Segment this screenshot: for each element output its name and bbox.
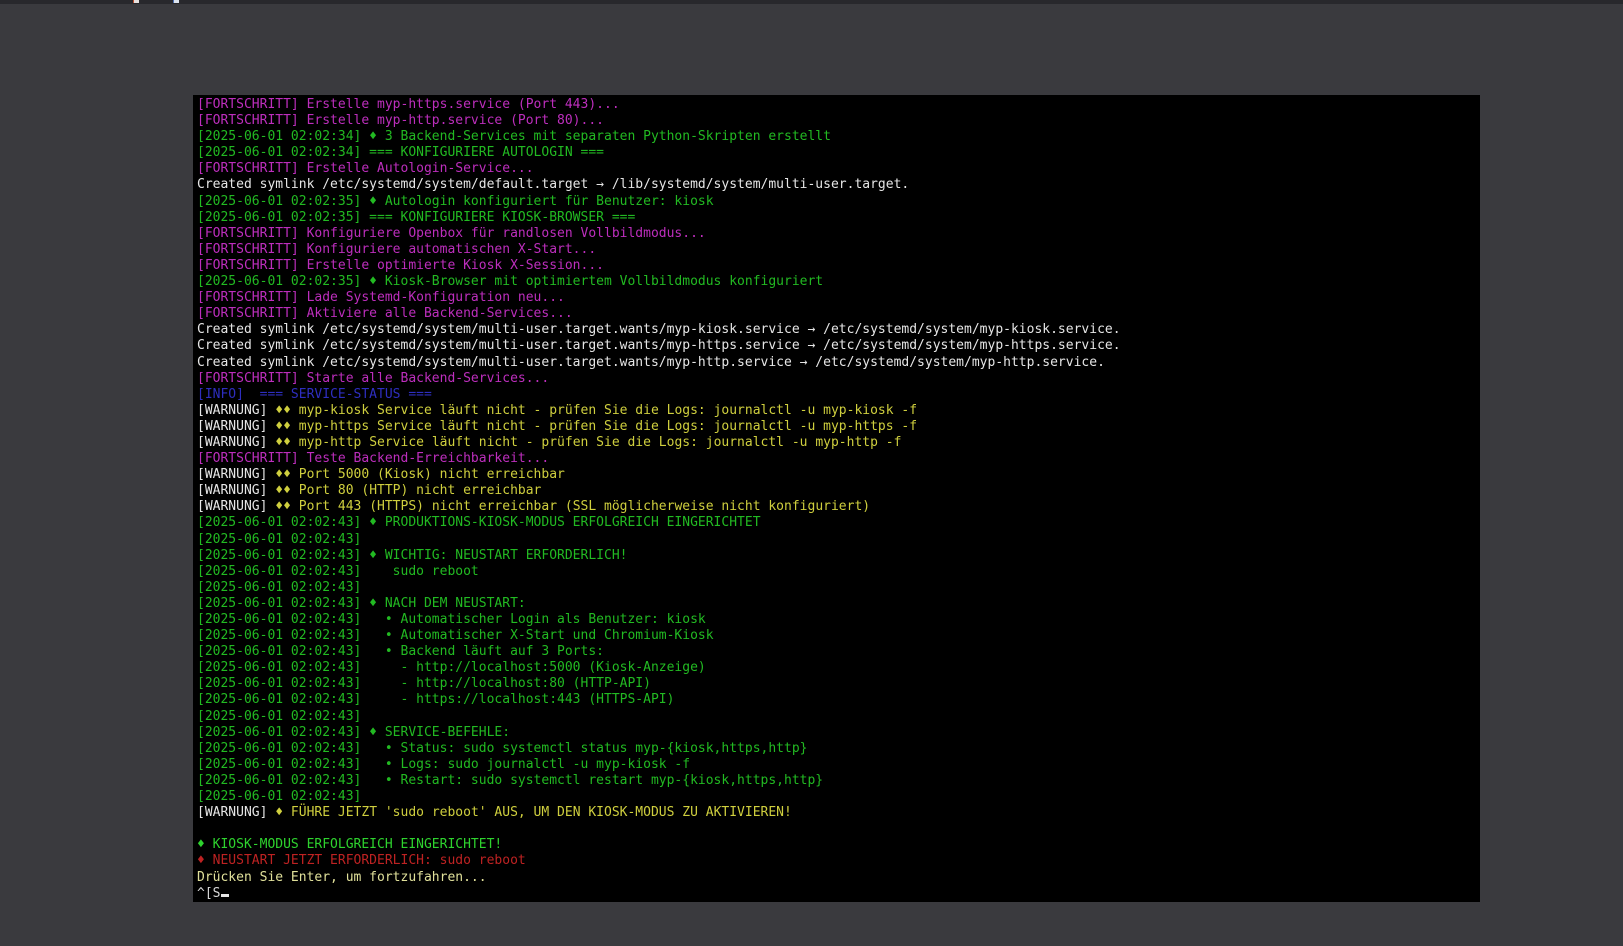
terminal-line: [2025-06-01 02:02:43] - http://localhost… bbox=[197, 676, 1480, 692]
terminal-line: [2025-06-01 02:02:34] ♦ 3 Backend-Servic… bbox=[197, 129, 1480, 145]
terminal-line: [WARNUNG] ♦♦ myp-http Service läuft nich… bbox=[197, 435, 1480, 451]
terminal-line: [2025-06-01 02:02:43] • Backend läuft au… bbox=[197, 644, 1480, 660]
terminal-line: [2025-06-01 02:02:34] === KONFIGURIERE A… bbox=[197, 145, 1480, 161]
terminal-line: [2025-06-01 02:02:43] - https://localhos… bbox=[197, 692, 1480, 708]
terminal-line: [2025-06-01 02:02:43] ♦ PRODUKTIONS-KIOS… bbox=[197, 515, 1480, 531]
tab-favicon-fragment-icon bbox=[133, 0, 139, 3]
terminal-line: [2025-06-01 02:02:43] bbox=[197, 709, 1480, 725]
terminal-line: [FORTSCHRITT] Konfiguriere Openbox für r… bbox=[197, 226, 1480, 242]
tab-favicon-fragment-icon bbox=[173, 0, 179, 3]
terminal-line: [2025-06-01 02:02:35] === KONFIGURIERE K… bbox=[197, 210, 1480, 226]
terminal-line: ^[S bbox=[197, 886, 1480, 902]
terminal-line bbox=[197, 821, 1480, 837]
terminal-line: Drücken Sie Enter, um fortzufahren... bbox=[197, 870, 1480, 886]
terminal-line: Created symlink /etc/systemd/system/mult… bbox=[197, 338, 1480, 354]
terminal-line: [FORTSCHRITT] Erstelle Autologin-Service… bbox=[197, 161, 1480, 177]
terminal-line: [2025-06-01 02:02:43] - http://localhost… bbox=[197, 660, 1480, 676]
terminal-line: [2025-06-01 02:02:43] • Automatischer X-… bbox=[197, 628, 1480, 644]
terminal-line: [FORTSCHRITT] Aktiviere alle Backend-Ser… bbox=[197, 306, 1480, 322]
terminal-line: [FORTSCHRITT] Konfiguriere automatischen… bbox=[197, 242, 1480, 258]
terminal-line: [FORTSCHRITT] Teste Backend-Erreichbarke… bbox=[197, 451, 1480, 467]
terminal-line: [WARNUNG] ♦♦ myp-kiosk Service läuft nic… bbox=[197, 403, 1480, 419]
screen-top-strip bbox=[0, 0, 1623, 4]
terminal-line: ♦ KIOSK-MODUS ERFOLGREICH EINGERICHTET! bbox=[197, 837, 1480, 853]
terminal-line: [FORTSCHRITT] Erstelle myp-https.service… bbox=[197, 97, 1480, 113]
terminal-window[interactable]: [FORTSCHRITT] Erstelle myp-https.service… bbox=[193, 95, 1480, 902]
terminal-line: [2025-06-01 02:02:43] sudo reboot bbox=[197, 564, 1480, 580]
terminal-line: [FORTSCHRITT] Lade Systemd-Konfiguration… bbox=[197, 290, 1480, 306]
terminal-line: [2025-06-01 02:02:35] ♦ Kiosk-Browser mi… bbox=[197, 274, 1480, 290]
terminal-line: [WARNUNG] ♦ FÜHRE JETZT 'sudo reboot' AU… bbox=[197, 805, 1480, 821]
terminal-line: Created symlink /etc/systemd/system/defa… bbox=[197, 177, 1480, 193]
terminal-line: [2025-06-01 02:02:43] • Logs: sudo journ… bbox=[197, 757, 1480, 773]
terminal-line: [2025-06-01 02:02:43] bbox=[197, 580, 1480, 596]
terminal-line: [WARNUNG] ♦♦ Port 443 (HTTPS) nicht erre… bbox=[197, 499, 1480, 515]
terminal-line: [INFO] === SERVICE-STATUS === bbox=[197, 387, 1480, 403]
terminal-line: [WARNUNG] ♦♦ Port 5000 (Kiosk) nicht err… bbox=[197, 467, 1480, 483]
terminal-line: [2025-06-01 02:02:43] ♦ WICHTIG: NEUSTAR… bbox=[197, 548, 1480, 564]
desktop-background: { "page": { "background_color": "#3a3a3e… bbox=[0, 0, 1623, 946]
terminal-output: [FORTSCHRITT] Erstelle myp-https.service… bbox=[197, 97, 1480, 902]
terminal-line: [2025-06-01 02:02:43] bbox=[197, 789, 1480, 805]
terminal-line: [2025-06-01 02:02:43] • Restart: sudo sy… bbox=[197, 773, 1480, 789]
terminal-line: [2025-06-01 02:02:43] ♦ SERVICE-BEFEHLE: bbox=[197, 725, 1480, 741]
terminal-line: Created symlink /etc/systemd/system/mult… bbox=[197, 322, 1480, 338]
terminal-line: [2025-06-01 02:02:43] • Status: sudo sys… bbox=[197, 741, 1480, 757]
terminal-line: [FORTSCHRITT] Erstelle optimierte Kiosk … bbox=[197, 258, 1480, 274]
terminal-line: [WARNUNG] ♦♦ Port 80 (HTTP) nicht erreic… bbox=[197, 483, 1480, 499]
terminal-line: [2025-06-01 02:02:43] • Automatischer Lo… bbox=[197, 612, 1480, 628]
terminal-line: [2025-06-01 02:02:35] ♦ Autologin konfig… bbox=[197, 194, 1480, 210]
terminal-line: [FORTSCHRITT] Erstelle myp-http.service … bbox=[197, 113, 1480, 129]
terminal-line: [WARNUNG] ♦♦ myp-https Service läuft nic… bbox=[197, 419, 1480, 435]
terminal-line: [2025-06-01 02:02:43] bbox=[197, 532, 1480, 548]
terminal-line: Created symlink /etc/systemd/system/mult… bbox=[197, 355, 1480, 371]
terminal-line: [2025-06-01 02:02:43] ♦ NACH DEM NEUSTAR… bbox=[197, 596, 1480, 612]
terminal-line: [FORTSCHRITT] Starte alle Backend-Servic… bbox=[197, 371, 1480, 387]
terminal-line: ♦ NEUSTART JETZT ERFORDERLICH: sudo rebo… bbox=[197, 853, 1480, 869]
terminal-cursor bbox=[221, 894, 229, 897]
